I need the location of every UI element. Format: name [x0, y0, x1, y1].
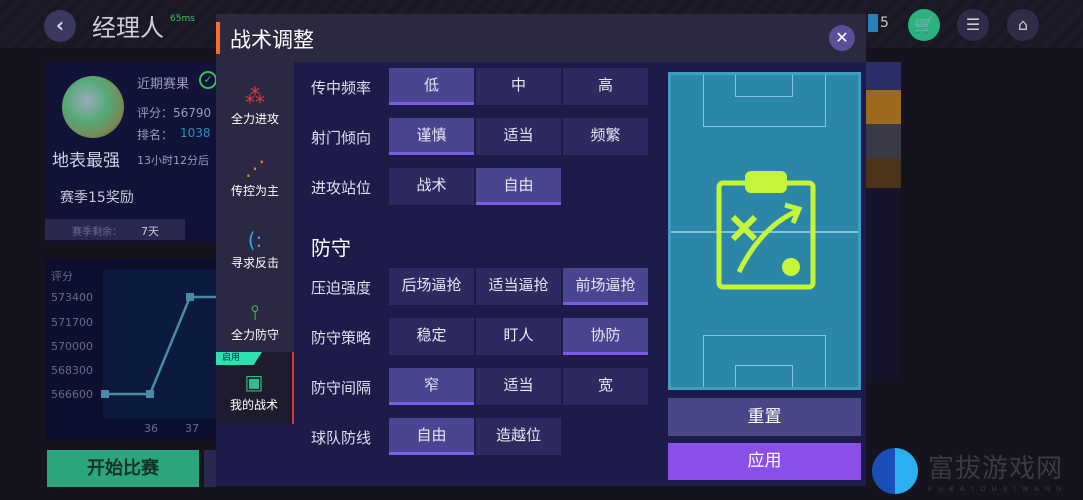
ticket-icon	[868, 14, 878, 32]
sidebar-item-full-defense[interactable]: ⫯ 全力防守	[216, 290, 294, 360]
option-button[interactable]: 后场逼抢	[389, 268, 474, 305]
chart-plot	[101, 270, 216, 418]
option-button[interactable]: 低	[389, 68, 474, 105]
right-strip	[866, 62, 901, 382]
x-tick: 37	[185, 422, 199, 435]
setting-label: 防守间隔	[311, 379, 372, 397]
sidebar-item-label: 寻求反击	[230, 256, 279, 270]
data-point	[101, 390, 109, 398]
title-accent	[216, 22, 220, 54]
clipboard-icon: ▣	[244, 370, 264, 394]
reset-button[interactable]: 重置	[668, 398, 861, 436]
option-button[interactable]: 前场逼抢	[563, 268, 648, 305]
option-button[interactable]: 协防	[563, 318, 648, 355]
sidebar-item-label: 我的战术	[229, 398, 278, 412]
sidebar-item-possession[interactable]: ⋰ 传控为主	[216, 146, 294, 216]
plot-area	[103, 270, 216, 418]
watermark-sub: FUBAYOUXIWANG	[928, 485, 1068, 493]
option-button[interactable]: 盯人	[476, 318, 561, 355]
defend-icon: ⫯	[250, 300, 260, 324]
option-button[interactable]: 自由	[476, 168, 561, 205]
start-match-button[interactable]: 开始比赛	[47, 450, 199, 487]
option-button[interactable]: 中	[476, 68, 561, 105]
apply-button[interactable]: 应用	[668, 443, 861, 480]
option-button[interactable]: 造越位	[476, 418, 561, 455]
setting-label: 传中频率	[311, 79, 372, 97]
option-button[interactable]: 自由	[389, 418, 474, 455]
data-point	[146, 390, 154, 398]
tasks-button[interactable]: ☰	[957, 9, 989, 41]
sidebar-item-my-tactics[interactable]: 启用 ▣ 我的战术	[216, 352, 294, 424]
home-button[interactable]: ⌂	[1007, 9, 1039, 41]
data-point	[186, 293, 194, 301]
active-badge: 启用	[216, 352, 262, 365]
defense-heading: 防守	[311, 236, 351, 260]
setting-label: 球队防线	[311, 429, 372, 447]
ticket-count: 5	[880, 15, 889, 31]
counter-icon: (:	[247, 228, 263, 252]
x-tick: 36	[144, 422, 158, 435]
watermark-text: 富拔游戏网	[928, 454, 1064, 484]
option-button[interactable]: 战术	[389, 168, 474, 205]
setting-label: 进攻站位	[311, 179, 372, 197]
sidebar-item-label: 全力进攻	[230, 112, 279, 126]
close-button[interactable]: ✕	[829, 25, 855, 51]
option-button[interactable]: 谨慎	[389, 118, 474, 155]
setting-label: 射门倾向	[311, 129, 372, 147]
pitch-preview	[668, 72, 861, 390]
setting-label: 防守策略	[311, 329, 372, 347]
option-button[interactable]: 适当逼抢	[476, 268, 561, 305]
modal-title: 战术调整	[230, 28, 314, 52]
secondary-button-edge	[204, 450, 216, 487]
shop-button[interactable]: 🛒	[908, 9, 940, 41]
option-button[interactable]: 宽	[563, 368, 648, 405]
attack-icon: ⁂	[245, 84, 265, 108]
option-button[interactable]: 窄	[389, 368, 474, 405]
watermark-logo	[872, 448, 918, 494]
option-button[interactable]: 高	[563, 68, 648, 105]
sidebar-item-full-attack[interactable]: ⁂ 全力进攻	[216, 74, 294, 144]
option-button[interactable]: 适当	[476, 118, 561, 155]
possession-icon: ⋰	[245, 156, 265, 180]
option-button[interactable]: 频繁	[563, 118, 648, 155]
sidebar-item-label: 全力防守	[230, 328, 279, 342]
sidebar-item-label: 传控为主	[230, 184, 279, 198]
sidebar-item-counter[interactable]: (: 寻求反击	[216, 218, 294, 288]
tactics-board-icon	[716, 171, 816, 290]
option-button[interactable]: 稳定	[389, 318, 474, 355]
option-button[interactable]: 适当	[476, 368, 561, 405]
setting-label: 压迫强度	[311, 279, 372, 297]
tactics-sidebar: ⁂ 全力进攻 ⋰ 传控为主 (: 寻求反击 ⫯ 全力防守 启用 ▣ 我的战术	[216, 62, 294, 424]
